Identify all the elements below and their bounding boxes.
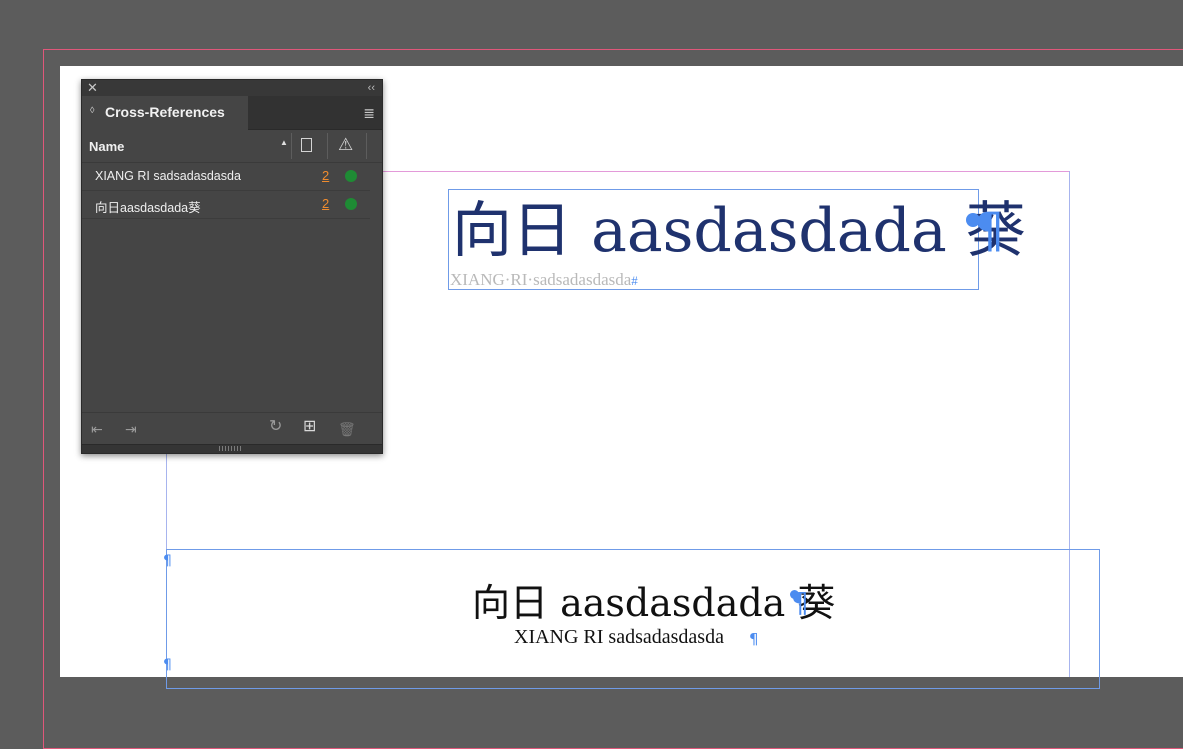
update-icon[interactable]: ↻ bbox=[269, 419, 282, 435]
paragraph-mark-3: ¶ bbox=[749, 630, 759, 648]
end-of-story-mark: # bbox=[631, 273, 638, 288]
delete-icon[interactable]: 🗑 bbox=[338, 422, 356, 436]
cross-reference-name: 向日aasdasdada葵 bbox=[95, 201, 201, 215]
subheading-large-text[interactable]: XIANG·RI·sadsadasdasda# bbox=[450, 270, 638, 290]
list-item[interactable]: XIANG RI sadsadasdasda 2 bbox=[82, 163, 370, 191]
paragraph-mark-left-top: ¶ bbox=[163, 553, 172, 569]
column-separator bbox=[327, 133, 328, 159]
go-to-destination-icon[interactable]: ⇥ bbox=[125, 422, 137, 436]
go-to-source-icon[interactable]: ⇤ bbox=[91, 422, 103, 436]
tab-title: Cross-References bbox=[105, 104, 225, 120]
panel-menu-icon[interactable]: ≣ bbox=[363, 105, 375, 122]
paragraph-mark-left-bottom: ¶ bbox=[163, 657, 172, 673]
tab-expand-icon[interactable]: ◊ bbox=[90, 105, 94, 115]
cross-reference-source-marker[interactable] bbox=[790, 590, 799, 599]
column-header-row: Name ▲ ⚠ bbox=[82, 130, 382, 163]
paragraph-mark-1: ¶ bbox=[974, 203, 1005, 259]
sort-ascending-icon[interactable]: ▲ bbox=[280, 138, 288, 147]
panel-tab-row: ◊ Cross-References ≣ bbox=[82, 96, 382, 130]
margin-guide-top bbox=[383, 171, 1070, 172]
heading-small-text[interactable]: 向日 aasdasdada 葵 bbox=[472, 572, 835, 627]
column-separator bbox=[366, 133, 367, 159]
cross-reference-name: XIANG RI sadsadasdasda bbox=[95, 169, 241, 183]
panel-resize-bar[interactable] bbox=[82, 444, 382, 453]
close-icon[interactable]: ✕ bbox=[87, 81, 98, 95]
page-number-link[interactable]: 2 bbox=[322, 168, 329, 183]
subheading-small-text[interactable]: XIANG RI sadsadasdasda bbox=[514, 626, 724, 649]
new-cross-reference-icon[interactable]: ⊞ bbox=[303, 419, 316, 435]
subheading-large-label: XIANG·RI·sadsadasdasda bbox=[450, 270, 632, 289]
column-header-name[interactable]: Name bbox=[89, 139, 124, 154]
status-ok-icon bbox=[345, 198, 357, 210]
collapse-icon[interactable]: ‹‹ bbox=[368, 81, 375, 95]
tab-cross-references[interactable]: ◊ Cross-References bbox=[82, 96, 248, 130]
page-column-icon[interactable] bbox=[301, 138, 312, 152]
status-ok-icon bbox=[345, 170, 357, 182]
panel-bottom-toolbar: ⇤ ⇥ ↻ ⊞ 🗑 bbox=[82, 412, 382, 447]
resize-grip-icon[interactable] bbox=[219, 446, 243, 451]
list-item[interactable]: 向日aasdasdada葵 2 bbox=[82, 191, 370, 219]
cross-references-panel[interactable]: ✕ ‹‹ ◊ Cross-References ≣ Name ▲ ⚠ XIANG… bbox=[81, 79, 383, 454]
page-number-link[interactable]: 2 bbox=[322, 196, 329, 211]
heading-large-text[interactable]: 向日 aasdasdada 葵 bbox=[452, 182, 1026, 269]
column-separator bbox=[291, 133, 292, 159]
panel-titlebar[interactable]: ✕ ‹‹ bbox=[82, 80, 382, 96]
warning-column-icon[interactable]: ⚠ bbox=[338, 136, 353, 153]
